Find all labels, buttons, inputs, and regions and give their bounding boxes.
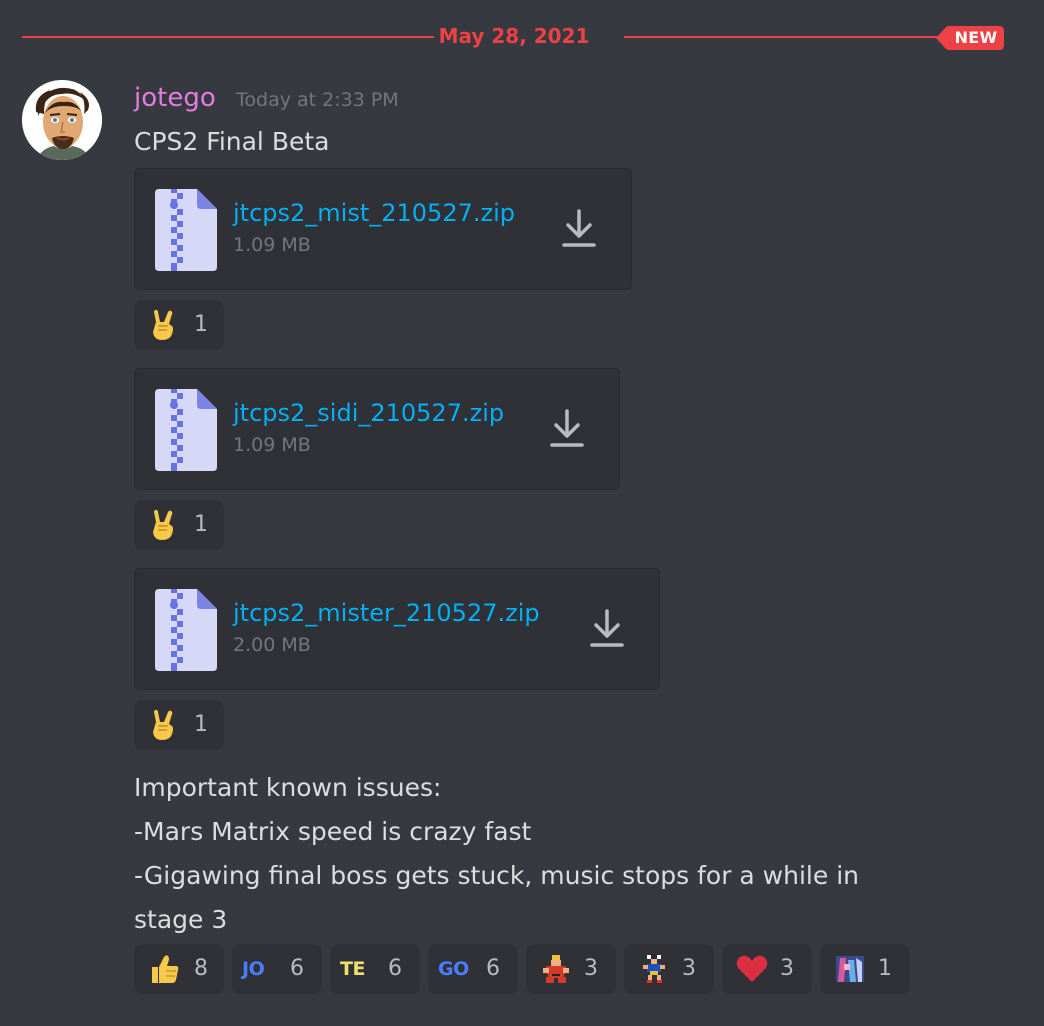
divider-line-right: [624, 36, 964, 38]
zip-file-icon: [155, 189, 217, 271]
fighter-sprite-emoji: [543, 955, 569, 983]
reaction-button[interactable]: 3: [526, 944, 616, 994]
message-text: CPS2 Final Beta: [134, 127, 330, 156]
reaction-button[interactable]: 1: [134, 500, 224, 550]
new-badge-label: NEW: [954, 28, 998, 47]
reaction-count: 8: [194, 956, 208, 981]
sign-of-horns-emoji: [153, 710, 173, 740]
reaction-count: 3: [584, 956, 598, 981]
issue-line: stage 3: [134, 905, 228, 934]
zip-file-icon: [155, 589, 217, 671]
reaction-button[interactable]: TE 6: [330, 944, 420, 994]
issue-line: -Gigawing final boss gets stuck, music s…: [134, 861, 859, 890]
reaction-button[interactable]: 3: [624, 944, 714, 994]
sign-of-horns-emoji: [153, 510, 173, 540]
reaction-button[interactable]: 8: [134, 944, 224, 994]
chun-li-sprite-emoji: [643, 954, 665, 983]
reaction-button[interactable]: JO 6: [232, 944, 322, 994]
file-attachment: jtcps2_mister_210527.zip 2.00 MB: [134, 568, 660, 690]
reaction-count: 3: [682, 956, 696, 981]
message-body: Important known issues: -Mars Matrix spe…: [134, 766, 924, 942]
reaction-button[interactable]: 3: [722, 944, 812, 994]
file-name-link[interactable]: jtcps2_mist_210527.zip: [233, 195, 515, 231]
new-badge: NEW: [936, 26, 1004, 50]
reaction-count: 1: [878, 956, 892, 981]
reaction-count: 6: [290, 956, 304, 981]
file-size: 2.00 MB: [233, 634, 311, 656]
download-icon[interactable]: [589, 607, 625, 651]
pixel-art-emoji: [836, 956, 864, 982]
divider-date: May 28, 2021: [438, 24, 590, 48]
file-attachment: jtcps2_sidi_210527.zip 1.09 MB: [134, 368, 620, 490]
chat-page: May 28, 2021 NEW jotego Today at 2:33 PM…: [0, 0, 1044, 1026]
download-icon[interactable]: [549, 407, 585, 451]
username[interactable]: jotego: [134, 80, 216, 116]
zip-file-icon: [155, 389, 217, 471]
reaction-button[interactable]: 1: [134, 700, 224, 750]
reaction-button[interactable]: GO 6: [428, 944, 518, 994]
avatar-image: [22, 80, 102, 160]
file-attachment: jtcps2_mist_210527.zip 1.09 MB: [134, 168, 632, 290]
thumbs-up-emoji: [152, 955, 179, 983]
file-size: 1.09 MB: [233, 434, 311, 456]
jo-emoji: JO: [242, 958, 265, 980]
file-name-link[interactable]: jtcps2_sidi_210527.zip: [233, 395, 504, 431]
reaction-count: 1: [194, 512, 208, 537]
divider-line-left: [22, 36, 434, 38]
download-icon[interactable]: [561, 207, 597, 251]
go-emoji: GO: [438, 958, 469, 980]
issues-heading: Important known issues:: [134, 773, 442, 802]
red-heart-emoji: [736, 955, 768, 982]
te-emoji: TE: [340, 958, 365, 980]
issue-line: -Mars Matrix speed is crazy fast: [134, 817, 532, 846]
avatar[interactable]: [22, 80, 102, 160]
reaction-button[interactable]: 1: [134, 300, 224, 350]
reaction-count: 6: [486, 956, 500, 981]
sign-of-horns-emoji: [153, 310, 173, 340]
reaction-button[interactable]: 1: [820, 944, 910, 994]
reaction-count: 3: [780, 956, 794, 981]
file-name-link[interactable]: jtcps2_mister_210527.zip: [233, 595, 540, 631]
reaction-count: 1: [194, 312, 208, 337]
file-size: 1.09 MB: [233, 234, 311, 256]
reaction-count: 6: [388, 956, 402, 981]
message-timestamp: Today at 2:33 PM: [236, 89, 399, 111]
reaction-count: 1: [194, 712, 208, 737]
